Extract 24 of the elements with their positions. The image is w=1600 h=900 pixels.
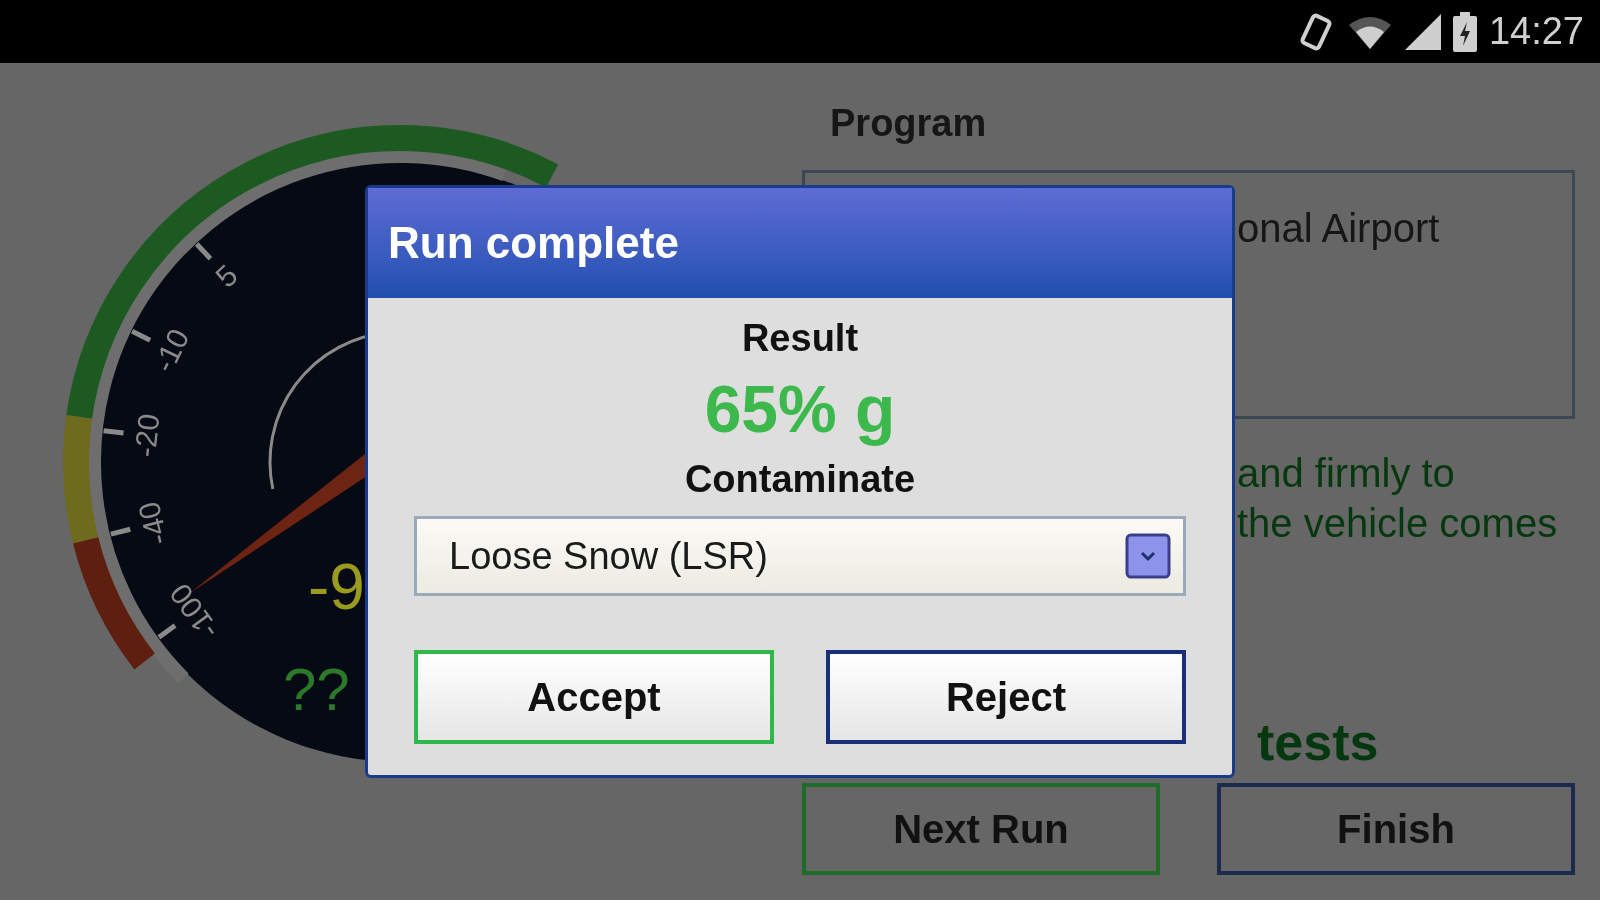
- gauge-secondary-reading: ??: [283, 660, 350, 720]
- dialog-title: Run complete: [368, 188, 1232, 298]
- program-value: onal Airport: [1237, 205, 1440, 252]
- result-label: Result: [741, 316, 859, 361]
- battery-charging-icon: [1452, 11, 1477, 52]
- instruction-text: the vehicle comes: [1237, 500, 1558, 547]
- contaminate-label: Contaminate: [684, 457, 916, 502]
- gauge-tick-label: -100: [163, 577, 226, 646]
- contaminate-dropdown[interactable]: Loose Snow (LSR): [414, 516, 1186, 596]
- gauge-reading: -9: [308, 555, 365, 619]
- gauge-tick-label: -10: [146, 323, 196, 378]
- chevron-down-icon: [1125, 533, 1171, 579]
- dialog-button[interactable]: Reject: [826, 650, 1186, 744]
- gauge-tick-label: 5: [209, 258, 244, 294]
- result-value: 65% g: [704, 371, 896, 448]
- dialog-button[interactable]: Accept: [414, 650, 774, 744]
- gauge-tick-label: -40: [131, 498, 175, 549]
- gauge-tick-label: -20: [128, 412, 166, 459]
- tests-count: tests: [1257, 712, 1379, 773]
- instruction-text: and firmly to: [1237, 450, 1456, 497]
- status-time: 14:27: [1488, 9, 1584, 54]
- wifi-icon: [1346, 14, 1393, 49]
- signal-icon: [1404, 13, 1441, 50]
- program-label: Program: [830, 101, 987, 146]
